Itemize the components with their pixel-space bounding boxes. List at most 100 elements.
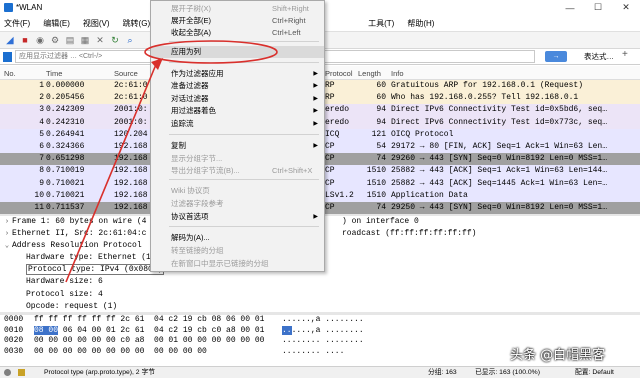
ascii-bytes: ......,a ........ <box>282 325 364 337</box>
packet-cell-no: 1 <box>39 81 44 90</box>
status-bar: Protocol type (arp.proto.type), 2 字节 分组:… <box>0 366 640 378</box>
wireshark-logo-icon <box>4 3 13 12</box>
col-header-length[interactable]: Length <box>358 69 381 78</box>
packet-cell-info: 29250 → 443 [SYN] Seq=0 Win=8192 Len=0 M… <box>391 202 608 212</box>
hex-bytes: 08 00 06 04 00 01 2c 61 04 c2 19 cb c0 a… <box>34 325 264 337</box>
stop-icon[interactable]: ■ <box>19 34 31 46</box>
expression-button[interactable]: 表达式… <box>584 51 614 62</box>
detail-text: Hardware size: 6 <box>26 277 103 287</box>
menu-go[interactable]: 跳转(G) <box>123 18 151 29</box>
hex-bytes-text: 00 00 00 00 00 00 00 00 00 00 00 00 <box>34 346 207 356</box>
col-header-source[interactable]: Source <box>114 69 138 78</box>
menu-view[interactable]: 视图(V) <box>83 18 110 29</box>
submenu-arrow-icon: ▶ <box>313 121 318 127</box>
packet-cell-proto: LSv1.2 <box>325 190 354 200</box>
context-menu-item[interactable]: 准备过滤器 ▶ <box>151 80 324 92</box>
context-menu-item[interactable]: 追踪流 ▶ <box>151 118 324 130</box>
context-menu-item-label: 准备过滤器 <box>171 81 209 90</box>
search-icon[interactable]: ⌕ <box>124 34 136 46</box>
context-menu-shortcut: Ctrl+Right <box>272 16 306 25</box>
packet-cell-proto: CP <box>325 154 335 164</box>
menu-tools[interactable]: 工具(T) <box>368 18 394 29</box>
context-menu-item: 显示分组字节... <box>151 153 324 165</box>
packet-cell-no: 7 <box>39 154 44 164</box>
context-menu-item[interactable]: 作为过滤器应用 ▶ <box>151 68 324 80</box>
packet-cell-no: 3 <box>39 105 44 115</box>
col-header-no[interactable]: No. <box>4 69 16 78</box>
packet-cell-src: 192.168 <box>114 154 148 164</box>
expand-right-icon[interactable]: › <box>2 228 12 240</box>
packet-cell-info: 25882 → 443 [ACK] Seq=1 Ack=1 Win=63 Len… <box>391 166 608 176</box>
context-menu-item-label: 对话过滤器 <box>171 94 209 103</box>
hex-selected-bytes: 08 00 <box>34 325 59 335</box>
packet-cell-proto: CP <box>325 178 335 188</box>
ascii-bytes-text: ........ ........ <box>282 336 364 345</box>
reload-icon[interactable]: ↻ <box>109 34 121 46</box>
hex-dump-row[interactable]: 0010 08 00 06 04 00 01 2c 61 04 c2 19 cb … <box>0 325 640 337</box>
hex-bytes-text: ff ff ff ff ff ff 2c 61 04 c2 19 cb 08 0… <box>34 315 265 324</box>
context-menu-item-label: 作为过滤器应用 <box>171 69 224 78</box>
hex-dump-row[interactable]: 0000 ff ff ff ff ff ff 2c 61 04 c2 19 cb … <box>0 315 640 326</box>
detail-field-row[interactable]: Opcode: request (1) <box>0 301 640 312</box>
packet-cell-time: 0.264941 <box>46 129 85 139</box>
packet-cell-proto: CP <box>325 166 335 176</box>
context-menu-item: 在新窗口中显示已链接的分组 <box>151 258 324 270</box>
context-menu-item[interactable]: 复制 ▶ <box>151 140 324 152</box>
expand-down-icon[interactable]: ⌄ <box>2 240 12 252</box>
hex-bytes: 00 00 00 00 00 00 c0 a8 00 01 00 00 00 0… <box>34 336 264 347</box>
menu-help[interactable]: 帮助(H) <box>407 18 434 29</box>
minimize-button[interactable]: — <box>556 0 584 15</box>
apply-filter-button[interactable]: → <box>545 51 567 62</box>
menu-separator <box>169 179 319 180</box>
packet-cell-info: OICQ Protocol <box>391 129 454 139</box>
col-header-protocol[interactable]: Protocol <box>325 69 353 78</box>
context-menu-item-label: 协议首选项 <box>171 212 209 221</box>
detail-field-row[interactable]: Hardware size: 6 <box>0 276 640 288</box>
packet-cell-time: 0.324366 <box>46 141 85 151</box>
restart-icon[interactable]: ◉ <box>34 34 46 46</box>
status-profile[interactable]: 配置: Default <box>575 367 614 378</box>
options-icon[interactable]: ⚙ <box>49 34 61 46</box>
context-menu-item[interactable]: 展开全部(E) Ctrl+Right <box>151 15 324 27</box>
context-menu: 展开子树(X) Shift+Right 展开全部(E) Ctrl+Right 收起全部(… <box>150 0 325 272</box>
menu-file[interactable]: 文件(F) <box>4 18 30 29</box>
save-icon[interactable]: ▦ <box>79 34 91 46</box>
menu-edit[interactable]: 编辑(E) <box>43 18 70 29</box>
context-menu-item[interactable]: 解码为(A)... <box>151 232 324 244</box>
detail-field-row[interactable]: Protocol size: 4 <box>0 289 640 301</box>
shark-fin-icon[interactable]: ◢ <box>4 34 16 46</box>
col-header-info[interactable]: Info <box>391 69 404 78</box>
context-menu-item[interactable]: 协议首选项 ▶ <box>151 211 324 223</box>
ascii-bytes: ........ ........ <box>282 336 364 347</box>
capture-comment-icon[interactable] <box>18 369 25 376</box>
ascii-bytes-text: ....,a ........ <box>291 325 364 335</box>
packet-cell-no: 10 <box>34 190 44 200</box>
context-menu-item[interactable]: 应用为列 <box>151 46 324 58</box>
open-icon[interactable]: ▤ <box>64 34 76 46</box>
context-menu-item-label: 在新窗口中显示已链接的分组 <box>171 259 269 268</box>
hex-offset: 0020 <box>4 336 24 345</box>
context-menu-item[interactable]: 对话过滤器 ▶ <box>151 93 324 105</box>
bookmark-icon[interactable] <box>3 52 12 62</box>
packet-cell-info: Who has 192.168.0.255? Tell 192.168.0.1 <box>391 93 579 103</box>
close-file-icon[interactable]: ✕ <box>94 34 106 46</box>
expert-info-icon[interactable] <box>4 369 11 376</box>
context-menu-item-label: 展开子树(X) <box>171 4 211 13</box>
add-filter-button[interactable]: + <box>622 49 628 60</box>
packet-cell-proto: RP <box>325 81 335 90</box>
context-menu-item[interactable]: 收起全部(A) Ctrl+Left <box>151 27 324 39</box>
packet-cell-time: 0.000000 <box>46 81 85 90</box>
packet-cell-src: 120.204 <box>114 129 148 139</box>
context-menu-item[interactable]: 用过滤器着色 ▶ <box>151 105 324 117</box>
context-menu-item: 转至链接的分组 <box>151 245 324 257</box>
menu-separator <box>169 226 319 227</box>
col-header-time[interactable]: Time <box>46 69 62 78</box>
status-packet-count: 分组: 163 <box>428 369 457 376</box>
menu-separator <box>169 134 319 135</box>
expand-right-icon[interactable]: › <box>2 216 12 228</box>
context-menu-shortcut: Ctrl+Shift+X <box>272 166 313 175</box>
packet-cell-info: Direct IPv6 Connectivity Test id=0x5bd6,… <box>391 105 608 115</box>
detail-text: Hardware type: Ethernet (1 <box>26 253 151 263</box>
maximize-button[interactable]: ☐ <box>584 0 612 15</box>
close-button[interactable]: ✕ <box>612 0 640 15</box>
